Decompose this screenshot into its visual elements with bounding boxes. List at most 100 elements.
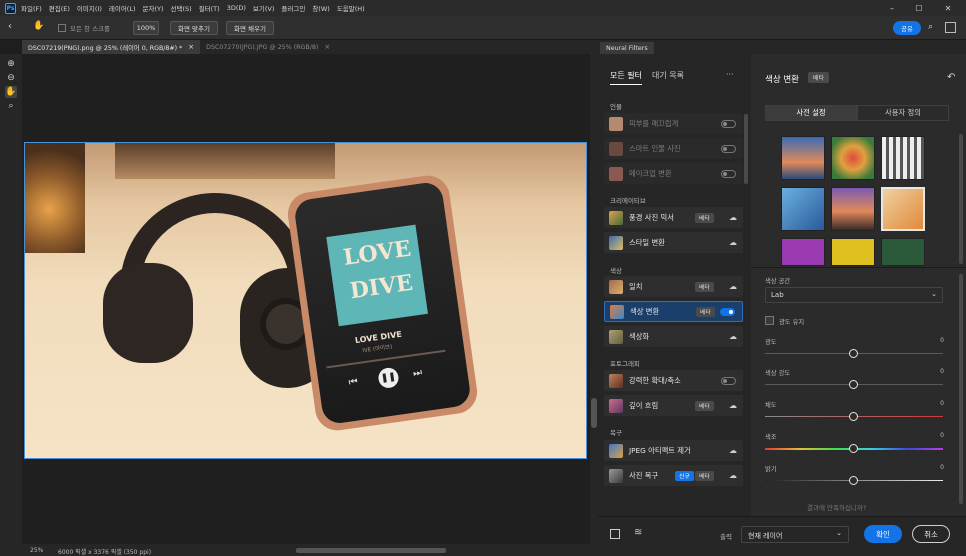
preset-blue-leaves[interactable] (781, 187, 825, 231)
beta-badge: 베타 (808, 72, 830, 83)
cloud-download-icon[interactable]: ☁ (729, 282, 737, 291)
layers-icon[interactable]: ≋ (634, 527, 642, 538)
menu-filter[interactable]: 필터(T) (199, 3, 220, 13)
scroll-thumb[interactable] (591, 398, 597, 428)
menu-bar: Ps 파일(F) 편집(E) 이미지(I) 레이어(L) 문자(Y) 선택(S)… (0, 0, 966, 16)
cloud-download-icon[interactable]: ☁ (729, 332, 737, 341)
cancel-button[interactable]: 취소 (912, 525, 950, 543)
scroll-all-checkbox[interactable] (58, 24, 66, 32)
hue-knob[interactable] (849, 444, 858, 453)
close-icon[interactable]: × (188, 43, 194, 51)
brightness-knob[interactable] (849, 476, 858, 485)
zoom-out-icon[interactable]: ⊖ (5, 72, 17, 84)
fit-screen-button[interactable]: 화면 맞추기 (170, 21, 218, 35)
share-button[interactable]: 공유 (893, 21, 921, 35)
color-intensity-knob[interactable] (849, 380, 858, 389)
back-chevron-icon[interactable]: ‹ (8, 21, 12, 32)
filter-style-transfer[interactable]: 스타일 변환 ☁ (604, 232, 743, 253)
filter-depth-blur[interactable]: 깊이 흐림 베타 ☁ (604, 395, 743, 416)
cloud-download-icon[interactable]: ☁ (729, 213, 737, 222)
close-icon[interactable]: × (324, 43, 330, 51)
reset-icon[interactable]: ↶ (947, 72, 955, 83)
settings-scrollbar[interactable] (959, 274, 963, 504)
menu-type[interactable]: 문자(Y) (143, 3, 164, 13)
filter-toggle[interactable] (721, 169, 736, 178)
tab-custom[interactable]: 사용자 정의 (857, 105, 949, 121)
filter-toggle[interactable] (721, 119, 736, 128)
hand-tool-icon[interactable]: ✋ (33, 21, 44, 31)
filter-toggle[interactable] (721, 144, 736, 153)
tab-presets[interactable]: 사전 설정 (765, 105, 857, 121)
saturation-knob[interactable] (849, 412, 858, 421)
more-icon[interactable]: ··· (726, 70, 734, 79)
filter-smart-portrait[interactable]: 스마트 인물 사진 (604, 138, 743, 159)
preset-cathedral[interactable] (881, 136, 925, 180)
zoom-100-button[interactable]: 100% (133, 21, 159, 35)
preset-sunset-lake[interactable] (781, 136, 825, 180)
filter-color-transfer[interactable]: 색상 변환 베타 (604, 301, 743, 322)
minimize-icon[interactable]: – (880, 0, 904, 16)
tab-active-document[interactable]: DSC07219(PNG).png @ 25% (레이어 0, RGB/8#) … (22, 40, 201, 54)
cloud-download-icon[interactable]: ☁ (729, 446, 737, 455)
menu-select[interactable]: 선택(S) (171, 3, 192, 13)
cloud-download-icon[interactable]: ☁ (729, 238, 737, 247)
maximize-icon[interactable]: ☐ (907, 0, 931, 16)
compare-view-icon[interactable] (610, 529, 620, 539)
zoom-in-icon[interactable]: ⊕ (5, 58, 17, 70)
preset-desert-road[interactable] (831, 187, 875, 231)
vertical-scrollbar[interactable] (590, 54, 598, 544)
filter-skin-smoothing[interactable]: 피부를 매끄럽게 (604, 113, 743, 134)
filter-landscape-mixer[interactable]: 풍경 사진 믹서 베타 ☁ (604, 207, 743, 228)
luminance-knob[interactable] (849, 349, 858, 358)
menu-window[interactable]: 창(W) (312, 3, 329, 13)
preset-green[interactable] (881, 238, 925, 266)
menu-3d[interactable]: 3D(D) (227, 4, 246, 12)
output-select[interactable]: 현재 레이어 ⌄ (741, 526, 849, 543)
filter-toggle[interactable] (720, 307, 735, 316)
preserve-luminosity-checkbox[interactable] (765, 316, 774, 325)
hand-icon[interactable]: ✋ (5, 86, 17, 98)
workspace-icon[interactable] (945, 22, 956, 33)
search-icon[interactable]: ⌕ (928, 22, 933, 32)
filter-toggle[interactable] (721, 376, 736, 385)
preserve-luminosity-label: 광도 유지 (779, 319, 805, 326)
menu-edit[interactable]: 편집(E) (49, 3, 70, 13)
menu-plugins[interactable]: 플러그인 (281, 3, 305, 13)
filter-photo-restoration[interactable]: 사진 복구 신규 베타 ☁ (604, 465, 743, 486)
preset-orange-selected[interactable] (881, 187, 925, 231)
tab-inactive-document[interactable]: DSC07270(JPG).JPG @ 25% (RGB/8) × (200, 40, 336, 54)
cloud-download-icon[interactable]: ☁ (729, 401, 737, 410)
ok-button[interactable]: 확인 (864, 525, 902, 543)
filter-makeup-transfer[interactable]: 메이크업 변환 (604, 163, 743, 184)
filter-list-panel: 모든 필터 대기 목록 ··· 인물 피부를 매끄럽게 스마트 인물 사진 메이… (598, 54, 751, 516)
canvas-area[interactable]: LOVE DIVE LOVE DIVE IVE (아이브) ⏮ ❚❚ ⏭ (22, 54, 588, 544)
fill-screen-button[interactable]: 화면 채우기 (226, 21, 274, 35)
tab-all-filters[interactable]: 모든 필터 (610, 70, 642, 85)
filter-colorize[interactable]: 색상화 ☁ (604, 326, 743, 347)
close-window-icon[interactable]: ✕ (936, 0, 960, 16)
preset-flowers[interactable] (831, 136, 875, 180)
beta-badge: 베타 (695, 212, 714, 223)
menu-help[interactable]: 도움말(H) (337, 3, 365, 13)
menu-layer[interactable]: 레이어(L) (109, 3, 136, 13)
filter-harmonize[interactable]: 일치 베타 ☁ (604, 276, 743, 297)
document-tabs: DSC07219(PNG).png @ 25% (레이어 0, RGB/8#) … (22, 40, 598, 54)
filter-label: 메이크업 변환 (629, 168, 672, 178)
menu-image[interactable]: 이미지(I) (77, 3, 102, 13)
preset-purple[interactable] (781, 238, 825, 266)
filter-settings-panel: 색상 변환 베타 ↶ 사전 설정 사용자 정의 색상 공간 Lab ⌄ 광도 유… (751, 54, 966, 516)
preset-scrollbar[interactable] (959, 134, 963, 264)
cloud-download-icon[interactable]: ☁ (729, 471, 737, 480)
tab-wait-list[interactable]: 대기 목록 (652, 70, 684, 85)
magnifier-icon[interactable]: ⌕ (5, 100, 17, 112)
menu-view[interactable]: 보기(V) (253, 3, 274, 13)
filter-super-zoom[interactable]: 강력한 확대/축소 (604, 370, 743, 391)
filter-jpeg-artifact-removal[interactable]: JPEG 아티팩트 제거 ☁ (604, 440, 743, 461)
filter-list-scrollbar[interactable] (744, 114, 748, 184)
menu-file[interactable]: 파일(F) (21, 3, 42, 13)
neural-filters-footer: ≋ 출력 현재 레이어 ⌄ 확인 취소 (598, 516, 966, 556)
preset-yellow[interactable] (831, 238, 875, 266)
horizontal-scrollbar[interactable] (296, 548, 446, 553)
previous-track-icon: ⏮ (348, 376, 359, 389)
color-space-select[interactable]: Lab ⌄ (765, 287, 943, 303)
